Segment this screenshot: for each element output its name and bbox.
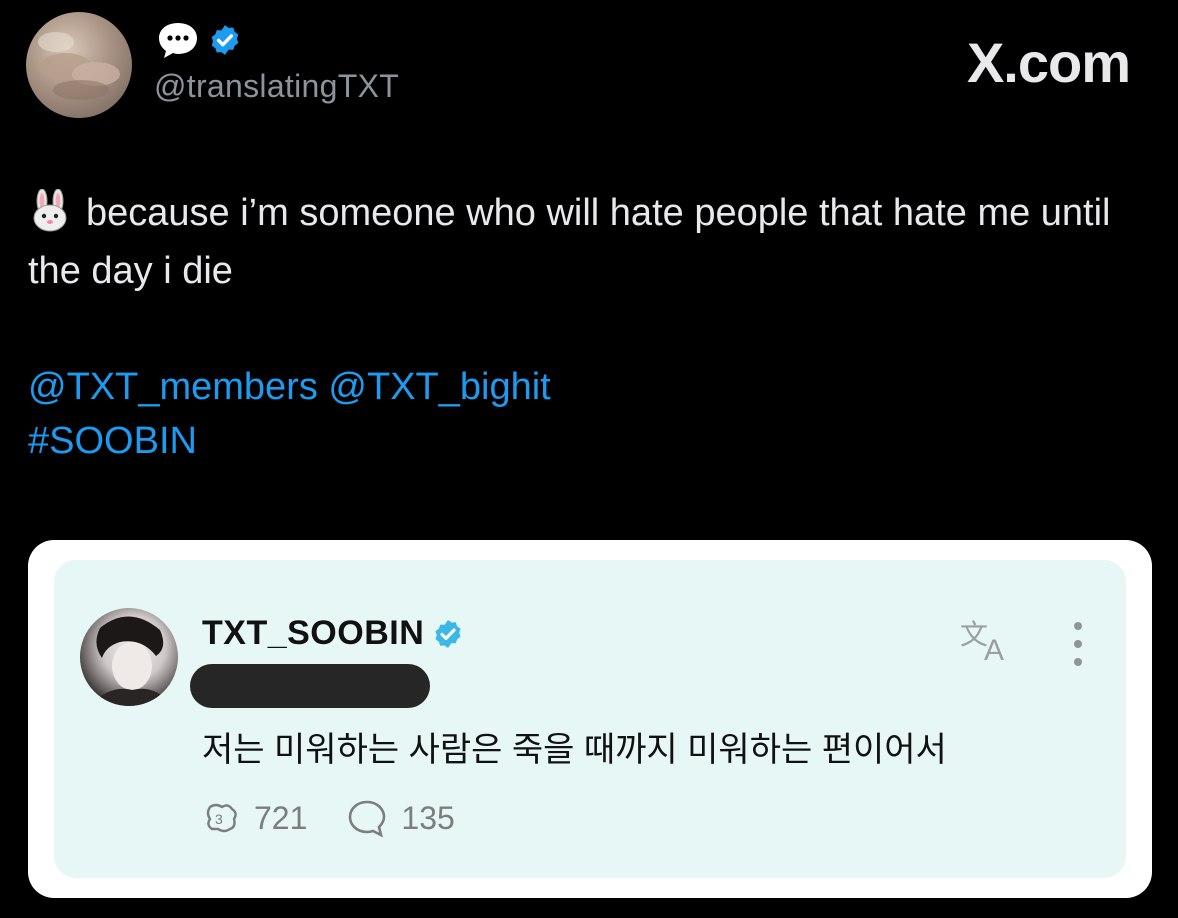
embedded-post-text: 저는 미워하는 사람은 죽을 때까지 미워하는 편이어서	[202, 731, 947, 769]
engagement-stats: 3 721 135	[202, 798, 495, 838]
speech-bubble-icon	[159, 23, 197, 58]
embedded-username: TXT_SOOBIN	[202, 614, 425, 652]
verified-badge-icon	[435, 619, 461, 648]
mention-link[interactable]: @TXT_bighit	[328, 366, 550, 408]
tweet-text: because i’m someone who will hate people…	[28, 184, 1138, 300]
display-name-row	[156, 20, 242, 60]
rabbit-face-emoji-icon	[33, 189, 67, 232]
redacted-bar	[190, 664, 430, 708]
avatar-photo	[38, 32, 120, 100]
reply-stat: 135	[347, 798, 455, 838]
embedded-name-row: TXT_SOOBIN	[202, 614, 464, 653]
embedded-avatar	[80, 608, 178, 706]
profile-avatar[interactable]	[26, 12, 132, 118]
repost-stat: 3 721	[202, 799, 307, 837]
tweet-body-text: because i’m someone who will hate people…	[28, 192, 1111, 292]
reply-bubble-icon	[349, 800, 386, 838]
repost-count: 721	[254, 799, 308, 836]
embedded-post-card: TXT_SOOBIN 저는 미워하는 사람은 죽을 때까지 미워하는 편이어서 …	[54, 560, 1126, 878]
svg-text:3: 3	[215, 811, 223, 827]
avatar-photo	[90, 616, 172, 706]
repost-icon: 3	[206, 803, 237, 833]
mention-link[interactable]: @TXT_members	[28, 366, 318, 408]
translate-icon: 文 A	[960, 618, 1004, 667]
site-watermark: X.com	[966, 31, 1131, 94]
svg-text:A: A	[984, 634, 1004, 667]
verified-badge-icon	[211, 25, 239, 55]
hashtag-link[interactable]: #SOOBIN	[28, 414, 551, 468]
user-handle[interactable]: @translatingTXT	[154, 68, 399, 105]
reply-count: 135	[401, 799, 455, 836]
embedded-screenshot[interactable]: TXT_SOOBIN 저는 미워하는 사람은 죽을 때까지 미워하는 편이어서 …	[28, 540, 1152, 898]
more-options-icon	[1074, 622, 1082, 666]
tweet-mentions: @TXT_members @TXT_bighit #SOOBIN	[28, 360, 551, 468]
